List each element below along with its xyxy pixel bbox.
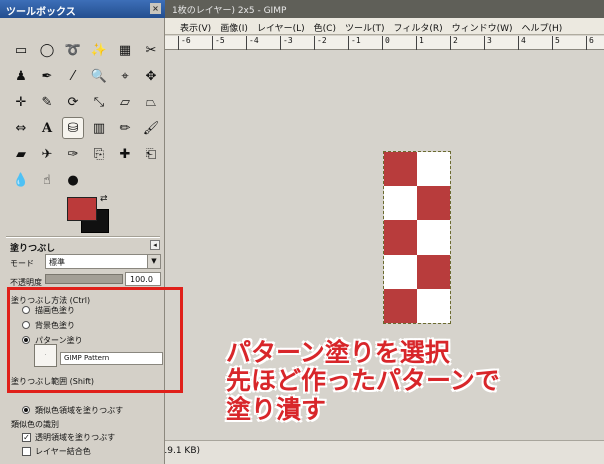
ruler-tick: 3 (484, 36, 492, 50)
ruler-tick: -6 (178, 36, 191, 50)
checker-cell (417, 254, 450, 289)
paths-icon[interactable]: ✒ (36, 65, 58, 87)
similar-heading: 類似色の識別 (11, 420, 59, 429)
menu-colors[interactable]: 色(C) (309, 18, 340, 34)
clone-icon[interactable]: ⎘ (88, 143, 110, 165)
highlight-box (7, 287, 183, 393)
transparent-label: 透明領域を塗りつぶす (35, 433, 116, 442)
checker-cell (417, 152, 450, 187)
dodge-burn-icon[interactable]: ● (62, 169, 84, 191)
close-icon[interactable]: × (150, 3, 161, 14)
foreground-color[interactable] (67, 197, 97, 221)
move-icon[interactable]: ✥ (140, 65, 162, 87)
ruler-tick: -2 (314, 36, 327, 50)
annotation-line: 塗り潰す (226, 394, 327, 424)
rect-select-icon[interactable]: ▭ (10, 39, 32, 61)
toolbox-title: ツールボックス × (0, 0, 165, 18)
mode-value: 標準 (49, 258, 65, 267)
swap-colors-icon[interactable]: ⇄ (100, 194, 108, 204)
annotation-line: 先ほど作ったパターンで (226, 366, 500, 396)
color-picker-icon[interactable]: ⁄ (62, 65, 84, 87)
ruler-tick: 4 (518, 36, 526, 50)
fuzzy-select-icon[interactable]: ✨ (88, 39, 110, 61)
pencil-icon[interactable]: ✏ (114, 117, 136, 139)
measure-icon[interactable]: ⌖ (114, 65, 136, 87)
horizontal-ruler[interactable]: -6 -5 -4 -3 -2 -1 0 1 2 3 4 5 6 (162, 36, 604, 50)
screen: 1枚のレイヤー) 2x5 - GIMP 表示(V) 画像(I) レイヤー(L) 色(C… (0, 0, 604, 464)
checker-cell (384, 186, 417, 221)
perspective-icon[interactable]: ⏢ (140, 91, 162, 113)
transparent-checkbox[interactable]: ✓ (22, 433, 31, 442)
ruler-tick: -4 (246, 36, 259, 50)
foreground-select-icon[interactable]: ♟ (10, 65, 32, 87)
menubar: 表示(V) 画像(I) レイヤー(L) 色(C) ツール(T) フィルタ(R) ウィンドウ(… (150, 18, 604, 35)
mode-label: モード (10, 259, 34, 268)
menu-tools[interactable]: ツール(T) (340, 18, 389, 34)
ruler-tick: 6 (586, 36, 594, 50)
menu-help[interactable]: ヘルプ(H) (517, 18, 567, 34)
image-window-title: 1枚のレイヤー) 2x5 - GIMP (150, 0, 604, 18)
fill-similar-radio[interactable] (22, 406, 30, 414)
checker-cell (384, 220, 417, 255)
smudge-icon[interactable]: ☝ (36, 169, 58, 191)
rotate-icon[interactable]: ⟳ (62, 91, 84, 113)
text-icon[interactable]: A (36, 117, 58, 139)
ellipse-select-icon[interactable]: ◯ (36, 39, 58, 61)
checker-cell (417, 288, 450, 323)
menu-image[interactable]: 画像(I) (215, 18, 252, 34)
scale-icon[interactable]: ⤡ (88, 91, 110, 113)
status-bar: (19.1 KB) (150, 440, 604, 464)
opacity-slider[interactable] (45, 274, 123, 284)
toolbox-title-text: ツールボックス (6, 7, 76, 18)
menu-layer[interactable]: レイヤー(L) (252, 18, 309, 34)
annotation-line: パターン塗りを選択 (226, 338, 450, 367)
color-swatches: ⇄ (67, 194, 113, 237)
align-icon[interactable]: ✛ (10, 91, 32, 113)
ruler-tick: 5 (552, 36, 560, 50)
flip-icon[interactable]: ⇔ (10, 117, 32, 139)
toolbox: ツールボックス × ▭ ◯ ➰ ✨ ▦ ✂ ♟ ✒ ⁄ 🔍 ⌖ ✥ ✛ ✎ ⟳ ⤡ ▱ ⏢ ⇔ A ⛁ ▥ ✏ 🖌 ▰ ✈ ✑ ⎘ ✚ ⎗… (0, 0, 165, 464)
select-by-color-icon[interactable]: ▦ (114, 39, 136, 61)
crop-icon[interactable]: ✎ (36, 91, 58, 113)
checker-cell (384, 288, 417, 323)
eraser-icon[interactable]: ▰ (10, 143, 32, 165)
blur-icon[interactable]: 💧 (10, 169, 32, 191)
ruler-tick: 0 (382, 36, 390, 50)
zoom-icon[interactable]: 🔍 (88, 65, 110, 87)
lasso-icon[interactable]: ➰ (62, 39, 84, 61)
perspective-clone-icon[interactable]: ⎗ (140, 143, 162, 165)
tool-grid: ▭ ◯ ➰ ✨ ▦ ✂ ♟ ✒ ⁄ 🔍 ⌖ ✥ ✛ ✎ ⟳ ⤡ ▱ ⏢ ⇔ A ⛁ ▥ ✏ 🖌 ▰ ✈ ✑ ⎘ ✚ ⎗ 💧 ☝ ● (8, 37, 160, 193)
heal-icon[interactable]: ✚ (114, 143, 136, 165)
menu-arrow-icon[interactable]: ◂ (150, 240, 160, 250)
fill-similar-label: 類似色領域を塗りつぶす (35, 406, 124, 415)
checker-cell (384, 254, 417, 289)
checker-cell (417, 220, 450, 255)
bucket-fill-icon[interactable]: ⛁ (62, 117, 84, 139)
airbrush-icon[interactable]: ✈ (36, 143, 58, 165)
ruler-tick: -5 (212, 36, 225, 50)
opacity-value[interactable]: 100.0 (125, 272, 161, 286)
checker-image[interactable] (383, 151, 451, 324)
mode-select[interactable]: 標準 ▼ (45, 254, 161, 269)
annotation-text: パターン塗りを選択 先ほど作ったパターンで 塗り潰す (226, 338, 500, 424)
menu-windows[interactable]: ウィンドウ(W) (447, 18, 517, 34)
ruler-tick: 2 (450, 36, 458, 50)
checker-cell (417, 186, 450, 221)
scissors-icon[interactable]: ✂ (140, 39, 162, 61)
menu-filters[interactable]: フィルタ(R) (389, 18, 447, 34)
merged-label: レイヤー結合色 (35, 447, 91, 456)
blend-icon[interactable]: ▥ (88, 117, 110, 139)
ruler-tick: -3 (280, 36, 293, 50)
ruler-tick: -1 (348, 36, 361, 50)
shear-icon[interactable]: ▱ (114, 91, 136, 113)
ink-icon[interactable]: ✑ (62, 143, 84, 165)
divider (6, 236, 160, 238)
chevron-down-icon: ▼ (147, 255, 160, 268)
tool-options-heading: 塗りつぶし (10, 244, 56, 254)
merged-checkbox[interactable] (22, 447, 31, 456)
paintbrush-icon[interactable]: 🖌 (140, 117, 162, 139)
ruler-tick: 1 (416, 36, 424, 50)
checker-cell (384, 152, 417, 187)
